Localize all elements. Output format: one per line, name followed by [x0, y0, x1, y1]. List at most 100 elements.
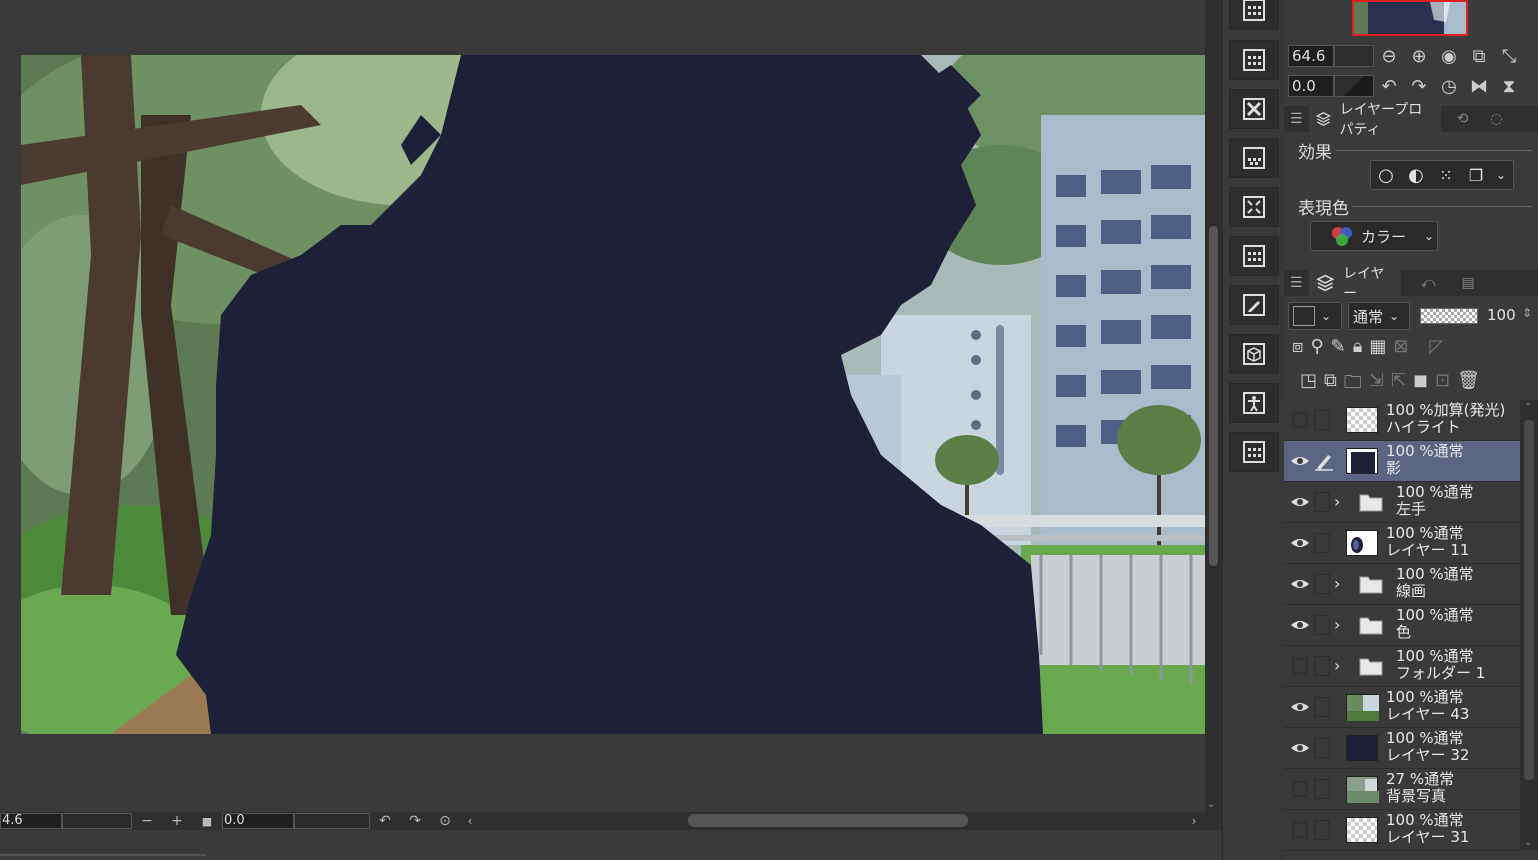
eye-icon[interactable] — [1290, 739, 1310, 757]
layer-edit-box[interactable] — [1314, 492, 1330, 512]
grid-panel-icon[interactable] — [1229, 432, 1279, 472]
actual-size-icon[interactable]: ⧉ — [1464, 44, 1494, 68]
tab-layer[interactable]: レイヤー — [1308, 266, 1401, 302]
fill-pattern-icon[interactable] — [1229, 138, 1279, 178]
expression-color-select[interactable]: カラー ⌄ — [1310, 221, 1438, 251]
flip-horizontal-icon[interactable]: ⧓ — [1464, 74, 1494, 98]
clip-lower-layer-icon[interactable]: ⧈ — [1292, 336, 1303, 357]
rotate-right-icon[interactable]: ↷ — [1404, 74, 1434, 98]
chevron-right-icon[interactable]: › — [1334, 492, 1340, 511]
zoom-out-icon[interactable]: ⊖ — [1374, 44, 1404, 68]
transfer-to-lower-icon[interactable]: ⇲ — [1369, 370, 1384, 400]
navigator-zoom-field[interactable]: 64.6 — [1288, 45, 1334, 67]
layer-color-icon[interactable]: ❐ — [1461, 166, 1491, 185]
scroll-left-icon[interactable]: ‹ — [460, 814, 480, 828]
zoom-in-button[interactable]: + — [162, 813, 192, 829]
chevron-right-icon[interactable]: › — [1334, 574, 1340, 593]
navigator-rotate-slider[interactable] — [1334, 75, 1374, 97]
lock-transparency-icon[interactable]: ▦ — [1369, 336, 1386, 357]
zoom-field[interactable]: 4.6 — [0, 813, 62, 829]
eye-icon[interactable] — [1290, 698, 1310, 716]
rotate-field[interactable]: 0.0 — [222, 813, 294, 829]
scroll-down-icon[interactable]: ⌄ — [1207, 799, 1215, 810]
opacity-slider[interactable] — [1420, 308, 1478, 324]
tab-undo-history-icon[interactable]: ⤺ — [1415, 270, 1442, 296]
layer-edit-box[interactable] — [1314, 820, 1330, 840]
panel-menu-icon[interactable]: ☰ — [1284, 270, 1309, 296]
eye-hidden-icon[interactable] — [1290, 821, 1310, 839]
fit-view-icon[interactable]: ◉ — [1434, 44, 1464, 68]
layer-row[interactable]: 100 %通常 レイヤー 32 — [1284, 728, 1520, 769]
chevron-right-icon[interactable]: › — [1334, 615, 1340, 634]
mask-enable-icon[interactable]: ⊠ — [1393, 336, 1408, 357]
ruler-display-icon[interactable]: ◸ — [1429, 336, 1443, 357]
tab-search-icon[interactable]: ◌ — [1484, 106, 1508, 132]
halftone-effect-icon[interactable]: ⁙ — [1431, 166, 1461, 185]
scale-selection-icon[interactable] — [1229, 187, 1279, 227]
layer-row[interactable]: 100 %加算(発光) ハイライト — [1284, 400, 1520, 441]
layer-edit-box[interactable] — [1314, 738, 1330, 758]
eye-icon[interactable] — [1290, 616, 1310, 634]
scroll-down-icon[interactable]: ⌄ — [1524, 837, 1532, 848]
3d-object-icon[interactable] — [1229, 334, 1279, 374]
opacity-value[interactable]: 100 — [1487, 306, 1516, 324]
layer-color-select[interactable]: ⌄ — [1288, 302, 1342, 330]
artwork-canvas[interactable] — [21, 55, 1205, 734]
tone-effect-icon[interactable]: ◐ — [1401, 165, 1431, 186]
merge-lower-icon[interactable]: ⇱ — [1391, 370, 1406, 400]
eye-hidden-icon[interactable] — [1290, 657, 1310, 675]
layer-row[interactable]: 100 %通常 レイヤー 11 — [1284, 523, 1520, 564]
navigator-zoom-slider[interactable] — [1334, 45, 1374, 67]
horizontal-scroll-thumb[interactable] — [688, 814, 968, 827]
create-mask-icon[interactable]: ◼ — [1413, 370, 1428, 400]
eye-hidden-icon[interactable] — [1290, 780, 1310, 798]
layer-row[interactable]: 100 %通常影 — [1284, 441, 1520, 482]
grid-panel-icon[interactable] — [1229, 0, 1279, 30]
eye-icon[interactable] — [1290, 575, 1310, 593]
layer-row[interactable]: 100 %通常 レイヤー 31 — [1284, 810, 1520, 851]
tab-animation-icon[interactable]: ▤ — [1456, 270, 1481, 296]
pen-editing-icon[interactable] — [1314, 451, 1333, 471]
grid-panel-icon[interactable] — [1229, 236, 1279, 276]
apply-mask-icon[interactable]: ⊡ — [1435, 370, 1450, 400]
layer-row[interactable]: 27 %通常 背景写真 — [1284, 769, 1520, 810]
delete-layer-icon[interactable]: 🗑︎ — [1457, 370, 1480, 400]
rotate-left-icon[interactable]: ↶ — [1374, 74, 1404, 98]
rotate-right-icon[interactable]: ↷ — [400, 813, 430, 829]
scroll-thumb[interactable] — [1209, 226, 1218, 566]
lock-icon[interactable]: 🔒︎ — [1353, 336, 1363, 357]
zoom-slider[interactable] — [62, 813, 132, 829]
new-folder-icon[interactable]: 🗀 — [1344, 370, 1362, 400]
grid-panel-icon[interactable] — [1229, 40, 1279, 80]
chevron-right-icon[interactable]: › — [1334, 656, 1340, 675]
layer-row[interactable]: › 100 %通常色 — [1284, 605, 1520, 646]
scroll-up-icon[interactable]: ⌃ — [1524, 402, 1532, 413]
scroll-thumb[interactable] — [1524, 420, 1534, 780]
canvas-vertical-scrollbar[interactable]: ⌄ — [1205, 0, 1222, 812]
reference-layer-icon[interactable]: ⚲ — [1310, 336, 1323, 357]
layer-edit-box[interactable] — [1314, 656, 1330, 676]
navigator-preview[interactable] — [1352, 0, 1468, 36]
rotate-slider[interactable] — [294, 813, 370, 829]
draft-layer-icon[interactable]: ✎ — [1331, 336, 1346, 357]
layer-row[interactable]: 100 %通常 レイヤー 43 — [1284, 687, 1520, 728]
layer-row[interactable]: › 100 %通常 線画 — [1284, 564, 1520, 605]
layer-row[interactable]: › 100 %通常 左手 — [1284, 482, 1520, 523]
canvas-area[interactable]: ⌄ 4.6 − + ■ 0.0 ↶ ↷ ⊙ ‹ › — [0, 0, 1222, 830]
new-vector-layer-icon[interactable]: ⧉ — [1324, 370, 1337, 400]
layer-edit-box[interactable] — [1314, 574, 1330, 594]
chevron-down-icon[interactable]: ⌄ — [1491, 168, 1511, 182]
eye-icon[interactable] — [1290, 534, 1310, 552]
opacity-stepper-icon[interactable]: ⇕ — [1522, 306, 1532, 320]
eye-hidden-icon[interactable] — [1290, 411, 1310, 429]
layer-edit-box[interactable] — [1314, 779, 1330, 799]
layer-edit-box[interactable] — [1314, 615, 1330, 635]
blend-mode-select[interactable]: 通常 ⌄ — [1348, 302, 1410, 330]
fit-window-icon[interactable]: ⤡ — [1494, 44, 1524, 68]
new-raster-layer-icon[interactable]: ◳ — [1300, 370, 1317, 400]
layer-edit-box[interactable] — [1314, 410, 1330, 430]
panel-menu-icon[interactable]: ☰ — [1284, 106, 1309, 132]
fit-button[interactable]: ■ — [192, 815, 222, 828]
clear-selection-icon[interactable] — [1229, 89, 1279, 129]
tab-layer-property[interactable]: レイヤープロパティ — [1308, 102, 1441, 138]
